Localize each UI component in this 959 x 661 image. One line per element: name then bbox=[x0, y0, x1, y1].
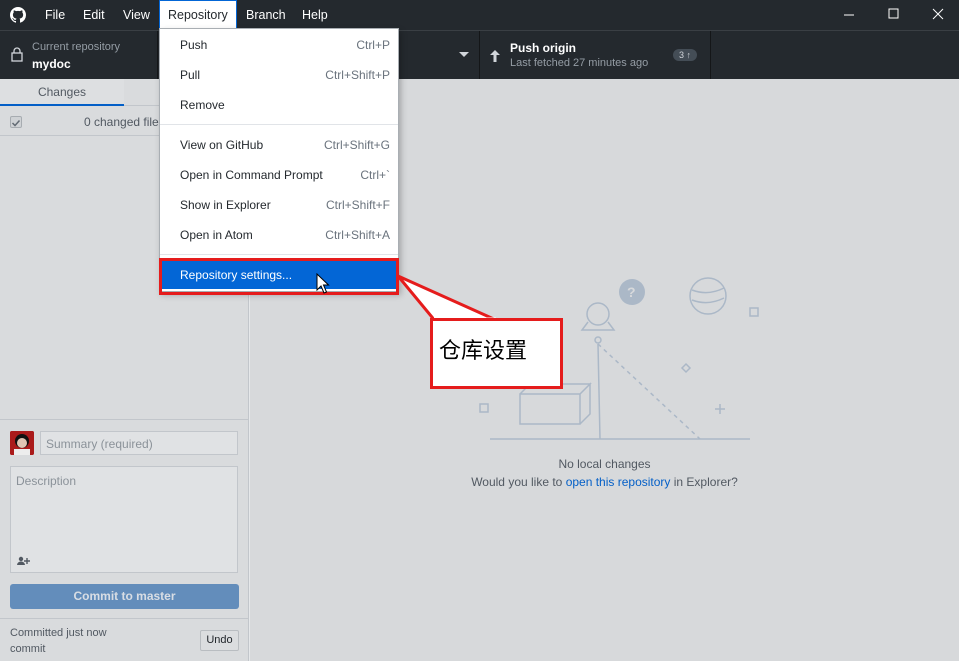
description-input[interactable]: Description bbox=[10, 466, 238, 573]
menu-item-show-in-explorer[interactable]: Show in Explorer Ctrl+Shift+F bbox=[160, 189, 398, 219]
chevron-down-icon bbox=[459, 52, 469, 57]
current-repository-selector[interactable]: Current repository mydoc bbox=[0, 31, 158, 80]
menu-item-shortcut: Ctrl+P bbox=[356, 38, 390, 52]
description-placeholder: Description bbox=[16, 474, 77, 488]
mouse-cursor-icon bbox=[316, 273, 330, 294]
close-icon bbox=[932, 8, 944, 20]
lock-icon bbox=[11, 47, 23, 62]
changed-files-count: 0 changed files bbox=[84, 115, 165, 129]
menu-separator bbox=[160, 254, 398, 255]
toolbar: Current repository mydoc Push origin Las… bbox=[0, 30, 959, 80]
svg-text:?: ? bbox=[627, 284, 636, 300]
avatar bbox=[10, 431, 34, 455]
minimize-icon bbox=[844, 14, 854, 16]
arrow-up-icon bbox=[490, 50, 500, 62]
menu-item-shortcut: Ctrl+Shift+G bbox=[323, 138, 390, 152]
check-icon bbox=[11, 119, 21, 127]
commit-form: Summary (required) Description Commit to… bbox=[0, 419, 249, 618]
open-in-explorer-prompt: Would you like to open this repository i… bbox=[250, 475, 959, 489]
menu-branch[interactable]: Branch bbox=[238, 0, 294, 30]
repository-menu: Push Ctrl+P Pull Ctrl+Shift+P Remove Vie… bbox=[159, 28, 399, 292]
open-repository-link[interactable]: open this repository bbox=[566, 475, 671, 489]
menu-item-pull[interactable]: Pull Ctrl+Shift+P bbox=[160, 59, 398, 89]
last-fetched-text: Last fetched 27 minutes ago bbox=[510, 57, 649, 69]
menu-item-shortcut: Ctrl+` bbox=[360, 168, 390, 182]
menu-item-label: Open in Atom bbox=[180, 228, 253, 242]
maximize-icon bbox=[888, 8, 899, 19]
menu-item-push[interactable]: Push Ctrl+P bbox=[160, 29, 398, 59]
menu-item-shortcut: Ctrl+Shift+F bbox=[325, 198, 390, 212]
menu-view[interactable]: View bbox=[115, 0, 158, 30]
committed-time-text: Committed just now bbox=[10, 627, 107, 639]
commit-message-text: commit bbox=[10, 643, 46, 655]
menu-repository[interactable]: Repository bbox=[159, 0, 237, 30]
branch-selector[interactable] bbox=[400, 31, 480, 80]
menu-item-open-in-atom[interactable]: Open in Atom Ctrl+Shift+A bbox=[160, 219, 398, 249]
menu-item-label: Open in Command Prompt bbox=[180, 168, 323, 182]
menu-separator bbox=[160, 124, 398, 125]
menu-item-label: Push bbox=[180, 38, 208, 52]
minimize-button[interactable] bbox=[827, 0, 871, 30]
menu-file[interactable]: File bbox=[37, 0, 73, 30]
prompt-before: Would you like to bbox=[471, 475, 566, 489]
undo-button[interactable]: Undo bbox=[200, 630, 239, 651]
title-bar: File Edit View Repository Branch Help bbox=[0, 0, 959, 30]
annotation-callout: 仓库设置 bbox=[430, 318, 563, 389]
menu-item-label: Show in Explorer bbox=[180, 198, 271, 212]
ahead-count-badge: 3 ↑ bbox=[673, 49, 698, 61]
no-local-changes-text: No local changes bbox=[558, 457, 651, 471]
annotation-highlight-box bbox=[159, 258, 399, 295]
menu-item-view-on-github[interactable]: View on GitHub Ctrl+Shift+G bbox=[160, 129, 398, 159]
menu-item-label: Remove bbox=[180, 98, 225, 112]
menu-item-remove[interactable]: Remove bbox=[160, 89, 398, 119]
select-all-checkbox[interactable] bbox=[10, 116, 22, 128]
summary-input[interactable]: Summary (required) bbox=[40, 431, 238, 455]
current-repository-label: Current repository bbox=[32, 41, 121, 53]
commit-button[interactable]: Commit to master bbox=[10, 584, 239, 609]
menu-edit[interactable]: Edit bbox=[75, 0, 113, 30]
push-origin-title: Push origin bbox=[510, 41, 576, 55]
menu-item-label: Pull bbox=[180, 68, 201, 82]
menu-item-open-command-prompt[interactable]: Open in Command Prompt Ctrl+` bbox=[160, 159, 398, 189]
menu-item-label: View on GitHub bbox=[180, 138, 264, 152]
maximize-button[interactable] bbox=[871, 0, 915, 30]
add-coauthor-icon[interactable] bbox=[17, 556, 31, 566]
menu-item-shortcut: Ctrl+Shift+A bbox=[325, 228, 390, 242]
github-logo-icon bbox=[10, 7, 26, 23]
close-button[interactable] bbox=[915, 0, 959, 30]
push-origin-button[interactable]: Push origin Last fetched 27 minutes ago … bbox=[480, 31, 711, 80]
undo-commit-area: Committed just now commit Undo bbox=[0, 618, 249, 661]
callout-text: 仓库设置 bbox=[439, 339, 528, 364]
prompt-after: in Explorer? bbox=[670, 475, 738, 489]
menu-help[interactable]: Help bbox=[294, 0, 336, 30]
tab-changes[interactable]: Changes bbox=[0, 79, 124, 106]
menu-item-shortcut: Ctrl+Shift+P bbox=[325, 68, 390, 82]
current-repository-value: mydoc bbox=[32, 57, 71, 71]
user-avatar-icon bbox=[10, 431, 34, 455]
